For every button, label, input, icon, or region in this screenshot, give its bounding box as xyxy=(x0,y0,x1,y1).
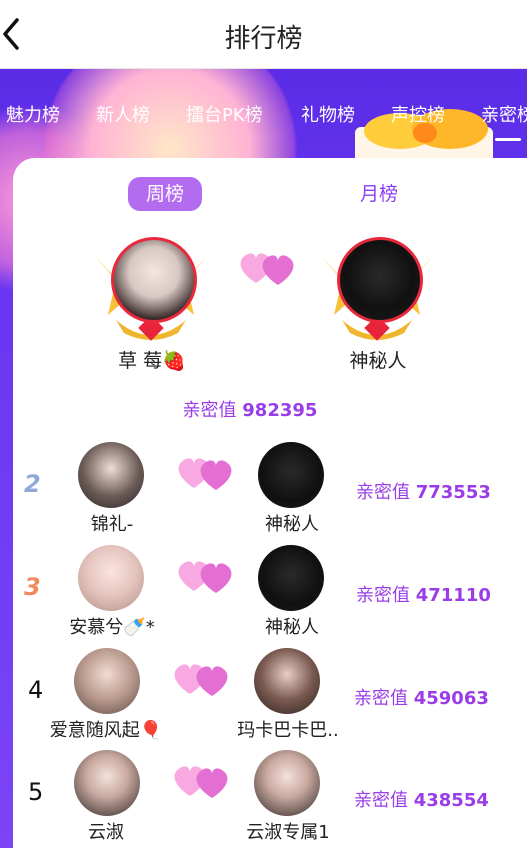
left-user-name: 爱意随风起🎈 xyxy=(49,720,163,741)
list-item[interactable]: 5 云淑 云淑专属1 亲密值 438554 xyxy=(0,748,527,848)
heart-couple-icon xyxy=(174,664,228,696)
top1-right-name: 神秘人 xyxy=(349,350,407,372)
left-user-name: 云淑 xyxy=(88,822,124,843)
rank-number: 2 xyxy=(24,470,41,498)
heart-couple-icon xyxy=(174,766,228,798)
intimacy-score: 亲密值 459063 xyxy=(354,688,489,709)
tab-pk[interactable]: 擂台PK榜 xyxy=(186,101,263,127)
avatar xyxy=(78,442,144,508)
list-item[interactable]: 4 爱意随风起🎈 玛卡巴卡巴.. 亲密值 459063 xyxy=(0,646,527,746)
rank-number: 5 xyxy=(28,778,44,806)
tab-newcomer[interactable]: 新人榜 xyxy=(96,101,150,127)
right-user-name: 神秘人 xyxy=(265,617,319,638)
left-user-name: 安慕兮🍼* xyxy=(69,617,155,638)
list-item[interactable]: 2 锦礼- 神秘人 亲密值 773553 xyxy=(0,440,527,540)
avatar xyxy=(337,237,423,323)
intimacy-score: 亲密值 471110 xyxy=(356,585,491,606)
page-title: 排行榜 xyxy=(224,24,303,54)
top1-left-name: 草 莓🍓 xyxy=(118,350,186,372)
top1-left-avatar[interactable] xyxy=(86,225,216,345)
tab-intimacy[interactable]: 亲密榜 xyxy=(481,101,527,141)
intimacy-score: 亲密值 438554 xyxy=(354,790,489,811)
avatar xyxy=(254,750,320,816)
avatar xyxy=(74,750,140,816)
tab-monthly[interactable]: 月榜 xyxy=(342,177,417,211)
avatar xyxy=(258,545,324,611)
tab-voice[interactable]: 声控榜 xyxy=(391,101,445,127)
tab-weekly[interactable]: 周榜 xyxy=(128,177,203,211)
avatar xyxy=(78,545,144,611)
right-user-name: 玛卡巴卡巴.. xyxy=(237,720,339,741)
top-nav-bar: 排行榜 xyxy=(0,0,527,69)
tab-charm[interactable]: 魅力榜 xyxy=(6,101,60,127)
category-tabs: 魅力榜 新人榜 擂台PK榜 礼物榜 声控榜 亲密榜 xyxy=(0,101,527,141)
avatar xyxy=(254,648,320,714)
rank-number: 4 xyxy=(28,676,44,704)
top1-score: 亲密值 982395 xyxy=(182,400,318,421)
avatar xyxy=(258,442,324,508)
heart-couple-icon xyxy=(178,561,232,593)
list-item[interactable]: 3 安慕兮🍼* 神秘人 亲密值 471110 xyxy=(0,543,527,643)
heart-couple-icon xyxy=(178,458,232,490)
avatar xyxy=(74,648,140,714)
right-user-name: 云淑专属1 xyxy=(246,822,330,843)
intimacy-score: 亲密值 773553 xyxy=(356,482,491,503)
heart-couple-icon xyxy=(240,253,294,285)
right-user-name: 神秘人 xyxy=(265,514,319,535)
rank-number: 3 xyxy=(24,573,41,601)
avatar xyxy=(111,237,197,323)
left-user-name: 锦礼- xyxy=(90,514,134,535)
tab-gift[interactable]: 礼物榜 xyxy=(301,101,355,127)
top1-right-avatar[interactable] xyxy=(312,225,442,345)
